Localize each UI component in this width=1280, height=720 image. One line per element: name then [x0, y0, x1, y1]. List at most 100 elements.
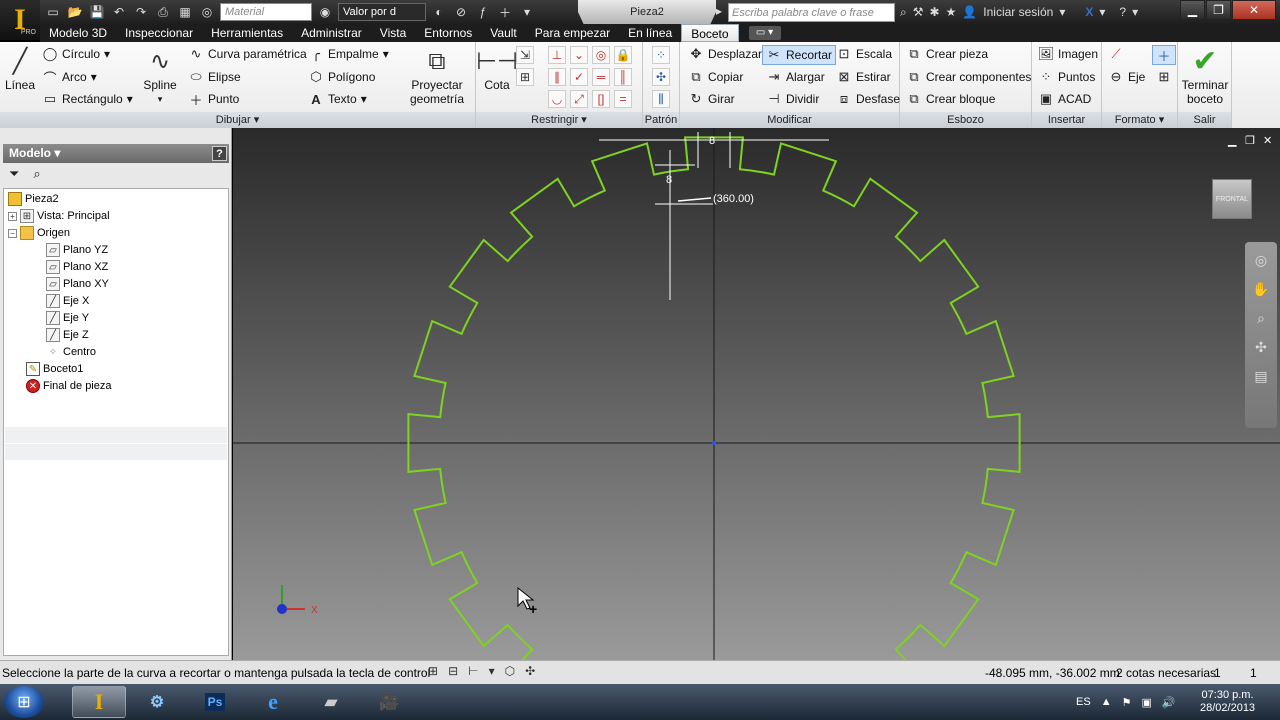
canvas-close-icon[interactable]: ✕: [1263, 134, 1272, 147]
orbit-icon[interactable]: ✣: [1255, 339, 1267, 356]
panel-modificar-title[interactable]: Modificar: [680, 112, 899, 128]
crear-pieza-button[interactable]: ⧉ Crear pieza: [906, 46, 988, 62]
print-icon[interactable]: ⎙: [154, 3, 172, 21]
help-chevron-icon[interactable]: ▾: [1132, 5, 1138, 19]
panel-esbozo-title[interactable]: Esbozo: [900, 112, 1031, 128]
tree-item-vista[interactable]: + ⊞ Vista: Principal: [8, 208, 110, 224]
tangent-icon[interactable]: ◡: [548, 90, 566, 108]
appearance-combo[interactable]: Valor por d: [338, 3, 426, 21]
escala-button[interactable]: ⊡ Escala: [836, 46, 892, 62]
expand-icon[interactable]: +: [8, 211, 17, 221]
tools-icon[interactable]: ⚒: [913, 5, 924, 19]
imagen-button[interactable]: 🖼 Imagen: [1038, 46, 1098, 62]
search-input[interactable]: Escriba palabra clave o frase: [728, 3, 895, 22]
save-icon[interactable]: 💾: [88, 3, 106, 21]
filter-icon[interactable]: ⏷: [9, 166, 19, 182]
favorites-icon[interactable]: ★: [946, 5, 957, 19]
new-file-icon[interactable]: ▭: [44, 3, 62, 21]
clear-icon[interactable]: ⊘: [452, 3, 470, 21]
fix-icon[interactable]: 🔒: [614, 46, 632, 64]
tab-administrar[interactable]: Administrar: [292, 24, 371, 42]
tree-item-final[interactable]: ✕ Final de pieza: [26, 378, 112, 394]
tree-item-plano-xy[interactable]: ▱ Plano XY: [46, 276, 109, 292]
canvas-minimize-icon[interactable]: ▁: [1228, 134, 1236, 147]
start-button[interactable]: ⊞: [4, 686, 44, 718]
vertical-icon[interactable]: ║: [614, 68, 632, 86]
copiar-button[interactable]: ⧉ Copiar: [688, 69, 743, 85]
rectangulo-button[interactable]: ▭ Rectángulo ▾: [42, 91, 133, 107]
tree-item-boceto[interactable]: ✎ Boceto1: [26, 361, 83, 377]
help-icon[interactable]: ?: [1119, 5, 1126, 19]
panel-patron-title[interactable]: Patrón: [643, 112, 679, 128]
panel-dibujar-title[interactable]: Dibujar ▾: [0, 112, 475, 128]
desfase-button[interactable]: ⧈ Desfase: [836, 91, 900, 107]
binoculars-icon[interactable]: ⌕: [900, 5, 907, 20]
dim-vertical-value[interactable]: 8: [666, 174, 672, 186]
taskbar-media[interactable]: ▰: [304, 686, 358, 718]
flag-icon[interactable]: ⚑: [1122, 696, 1132, 709]
alargar-button[interactable]: ⇥ Alargar: [766, 69, 825, 85]
concentric-icon[interactable]: ◎: [592, 46, 610, 64]
tab-herramientas[interactable]: Herramientas: [202, 24, 292, 42]
zoom-icon[interactable]: ⌕: [1257, 310, 1265, 327]
empalme-button[interactable]: ╭ Empalme ▾: [308, 46, 389, 62]
browser-help-icon[interactable]: ?: [212, 146, 227, 161]
estirar-button[interactable]: ⊠ Estirar: [836, 69, 891, 85]
panel-formato-title[interactable]: Formato ▾: [1102, 112, 1177, 128]
show-hidden-icon[interactable]: ▲: [1101, 696, 1112, 708]
driven-dimension-button[interactable]: ⊞: [1156, 69, 1172, 85]
browser-header[interactable]: Modelo ▾ ?: [3, 144, 229, 163]
graphics-window[interactable]: 8 8 (360.00) X + FRONTAL ◎ ✋ ⌕ ✣ ▤ ▁ ❐ ✕: [233, 128, 1280, 660]
volume-icon[interactable]: 🔊: [1162, 696, 1176, 709]
collapse-icon[interactable]: −: [8, 228, 17, 238]
horizontal-icon[interactable]: ═: [592, 68, 610, 86]
panel-restringir-title[interactable]: Restringir ▾: [476, 112, 642, 128]
tree-item-plano-xz[interactable]: ▱ Plano XZ: [46, 259, 108, 275]
crear-bloque-button[interactable]: ⧉ Crear bloque: [906, 91, 995, 107]
tab-en-linea[interactable]: En línea: [619, 24, 681, 42]
tree-item-eje-y[interactable]: ╱ Eje Y: [46, 310, 89, 326]
look-at-icon[interactable]: ▤: [1254, 368, 1267, 385]
pan-icon[interactable]: ✋: [1252, 281, 1269, 298]
auto-dimension-icon[interactable]: ⇲: [516, 46, 534, 64]
texto-button[interactable]: A Texto ▾: [308, 91, 366, 107]
dim-horizontal-value[interactable]: 8: [709, 135, 715, 147]
tree-item-centro[interactable]: ✧ Centro: [46, 344, 96, 360]
tree-item-eje-z[interactable]: ╱ Eje Z: [46, 327, 89, 343]
dimension-angle[interactable]: (360.00): [677, 193, 754, 205]
arco-button[interactable]: ⌒ Arco ▾: [42, 69, 96, 86]
find-icon[interactable]: ⌕: [33, 166, 40, 182]
sketch-canvas[interactable]: 8 8 (360.00) X +: [233, 128, 1280, 660]
application-menu-button[interactable]: I PRO: [0, 0, 40, 40]
crear-componentes-button[interactable]: ⧉ Crear componentes: [906, 69, 1031, 85]
panel-insertar-title[interactable]: Insertar: [1032, 112, 1101, 128]
dropdown-icon[interactable]: ▾: [489, 664, 495, 678]
coincident-icon[interactable]: ⌄: [570, 46, 588, 64]
taskbar-photoshop[interactable]: Ps: [188, 686, 242, 718]
taskbar-camera[interactable]: 🎥: [362, 686, 416, 718]
terminar-boceto-button[interactable]: ✔ Terminar boceto: [1180, 46, 1230, 107]
material-combo[interactable]: Material: [220, 3, 312, 21]
tab-inspeccionar[interactable]: Inspeccionar: [116, 24, 202, 42]
exchange-chevron-icon[interactable]: ▾: [1099, 5, 1105, 19]
qat-dropdown-icon[interactable]: ▾: [518, 3, 536, 21]
tree-item-plano-yz[interactable]: ▱ Plano YZ: [46, 242, 108, 258]
smooth-icon[interactable]: ⤢: [570, 90, 588, 108]
tree-item-origen[interactable]: − Origen: [8, 225, 70, 241]
signin-link[interactable]: Iniciar sesión: [983, 5, 1053, 19]
point-snap-icon[interactable]: ✣: [525, 664, 535, 678]
show-constraints-icon[interactable]: ⊟: [448, 664, 458, 678]
poligono-button[interactable]: ⬡ Polígono: [308, 69, 375, 85]
recortar-button[interactable]: ✂ Recortar: [762, 45, 837, 65]
language-indicator[interactable]: ES: [1076, 696, 1091, 708]
subscription-icon[interactable]: ✱: [930, 5, 940, 19]
curva-parametrica-button[interactable]: ∿ Curva paramétrica: [188, 46, 307, 62]
circulo-button[interactable]: ◯ Círculo ▾: [42, 46, 110, 62]
clock[interactable]: 07:30 p.m. 28/02/2013: [1200, 684, 1255, 720]
desplazar-button[interactable]: ✥ Desplazar: [688, 46, 762, 62]
constraint-inference-icon[interactable]: ⊞: [428, 664, 438, 678]
plus-icon[interactable]: ＋: [496, 3, 514, 21]
tab-vault[interactable]: Vault: [481, 24, 525, 42]
network-icon[interactable]: ▣: [1141, 696, 1151, 709]
perpendicular-icon[interactable]: ⊥: [548, 46, 566, 64]
